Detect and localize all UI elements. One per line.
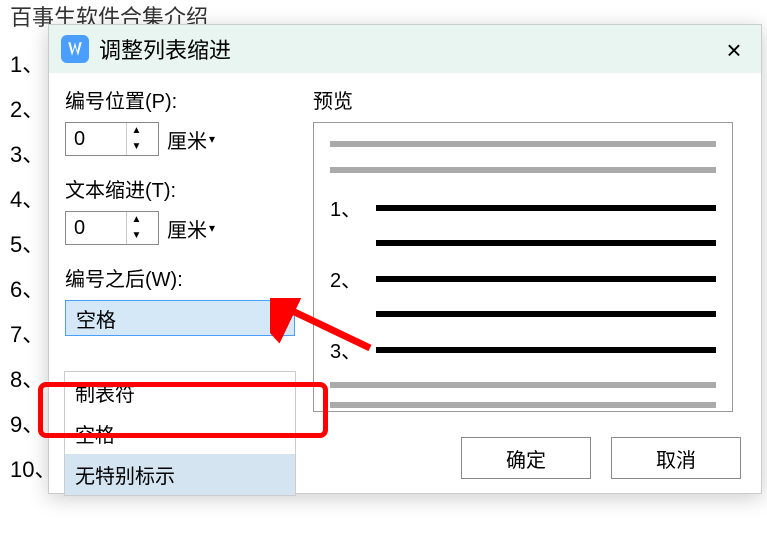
after-number-dropdown-list: 制表符 空格 无特别标示 [64, 371, 296, 496]
text-indent-label: 文本缩进(T): [65, 174, 301, 203]
ok-button[interactable]: 确定 [461, 437, 591, 479]
number-position-label: 编号位置(P): [65, 85, 301, 114]
close-icon[interactable]: × [719, 35, 749, 65]
preview-list-row: 1、 [330, 193, 716, 222]
unit-text: 厘米 [167, 125, 207, 154]
dialog-title: 调整列表缩进 [99, 33, 231, 65]
preview-text-bar [376, 347, 716, 353]
chevron-down-icon: ▾ [209, 221, 215, 235]
dialog-body: 编号位置(P): ▲ ▼ 厘米 ▾ 文本缩进(T): [49, 73, 761, 424]
spinner-down-icon[interactable]: ▼ [127, 228, 146, 244]
text-indent-input[interactable] [66, 213, 126, 244]
chevron-down-icon: ▾ [278, 311, 284, 325]
preview-number: 1、 [330, 193, 376, 222]
preview-placeholder-line [330, 167, 716, 173]
preview-text-bar [376, 240, 716, 246]
preview-box: 1、 2、 3、 [313, 122, 733, 412]
after-number-label: 编号之后(W): [65, 263, 301, 292]
preview-placeholder-line [330, 382, 716, 388]
dropdown-option-none[interactable]: 无特别标示 [65, 454, 295, 495]
preview-label: 预览 [313, 85, 745, 114]
cancel-button[interactable]: 取消 [611, 437, 741, 479]
preview-number: 2、 [330, 264, 376, 293]
preview-list-row: 2、 [330, 264, 716, 293]
chevron-down-icon: ▾ [209, 132, 215, 146]
after-number-dropdown[interactable]: 空格 ▾ [65, 300, 295, 336]
adjust-list-indent-dialog: 调整列表缩进 × 编号位置(P): ▲ ▼ 厘米 ▾ 文本缩进(T): [48, 24, 762, 494]
number-position-input[interactable] [66, 124, 126, 155]
preview-text-bar [376, 205, 716, 211]
number-position-unit[interactable]: 厘米 ▾ [167, 125, 215, 154]
preview-placeholder-line [330, 141, 716, 147]
number-position-spinner[interactable]: ▲ ▼ [65, 122, 159, 156]
dropdown-option-space[interactable]: 空格 [65, 413, 295, 454]
spinner-up-icon[interactable]: ▲ [127, 212, 146, 228]
right-panel: 预览 1、 2、 3、 [313, 85, 745, 412]
dialog-header: 调整列表缩进 × [49, 25, 761, 73]
dropdown-value: 空格 [76, 304, 116, 333]
dropdown-option-tab[interactable]: 制表符 [65, 372, 295, 413]
text-indent-spinner[interactable]: ▲ ▼ [65, 211, 159, 245]
preview-number: 3、 [330, 335, 376, 364]
left-panel: 编号位置(P): ▲ ▼ 厘米 ▾ 文本缩进(T): [65, 85, 313, 412]
dialog-footer: 确定 取消 [461, 437, 741, 479]
preview-text-bar [376, 311, 716, 317]
unit-text: 厘米 [167, 214, 207, 243]
spinner-down-icon[interactable]: ▼ [127, 139, 146, 155]
wps-app-icon [61, 35, 89, 63]
preview-list-row: 3、 [330, 335, 716, 364]
preview-placeholder-line [330, 402, 716, 408]
preview-text-bar [376, 276, 716, 282]
spinner-up-icon[interactable]: ▲ [127, 123, 146, 139]
text-indent-unit[interactable]: 厘米 ▾ [167, 214, 215, 243]
